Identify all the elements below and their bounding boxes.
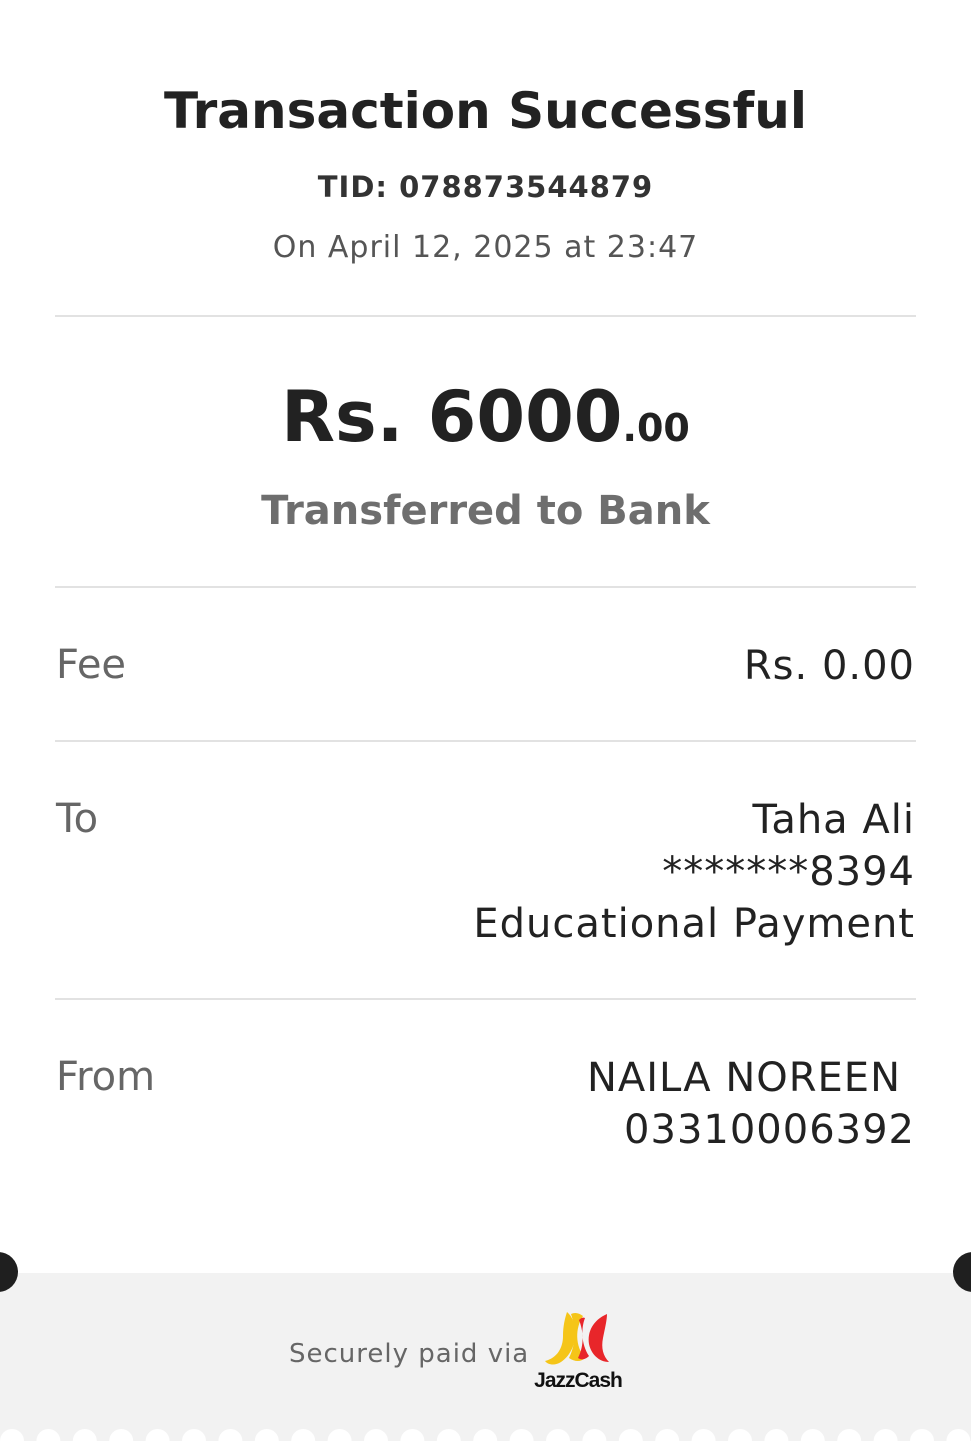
ticket-scallop-edge <box>0 1429 971 1441</box>
scallop <box>327 1429 352 1441</box>
divider <box>55 998 916 1000</box>
jazzcash-logo-text: JazzCash <box>534 1369 623 1392</box>
scallop <box>291 1429 316 1441</box>
to-label: To <box>56 796 99 842</box>
divider <box>55 740 916 742</box>
scallop <box>618 1429 643 1441</box>
page-title: Transaction Successful <box>164 82 807 140</box>
scallop <box>800 1429 825 1441</box>
scallop <box>254 1429 279 1441</box>
scallop <box>946 1429 971 1441</box>
amount-main: Rs. 6000 <box>281 376 623 458</box>
divider <box>55 315 916 317</box>
jazzcash-logo: JazzCash <box>527 1312 629 1396</box>
sender-name: NAILA NOREEN <box>586 1055 901 1101</box>
scallop <box>873 1429 898 1441</box>
scallop <box>728 1429 752 1441</box>
scallop <box>364 1429 388 1441</box>
fee-label: Fee <box>56 642 127 688</box>
scallop <box>218 1429 243 1441</box>
scallop <box>72 1429 97 1441</box>
jazzcash-logo-icon <box>545 1312 609 1365</box>
scallop <box>655 1429 680 1441</box>
recipient-details: Taha Ali *******8394 Educational Payment <box>473 794 915 950</box>
scallop <box>436 1429 461 1441</box>
sender-details: NAILA NOREEN 03310006392 <box>587 1052 915 1156</box>
divider <box>55 586 916 588</box>
scallop <box>691 1429 716 1441</box>
scallop <box>109 1429 134 1441</box>
scallop <box>910 1429 934 1441</box>
scallop <box>546 1429 570 1441</box>
recipient-name: Taha Ali <box>752 797 915 843</box>
scallop <box>582 1429 607 1441</box>
transfer-caption: Transferred to Bank <box>261 488 710 534</box>
scallop <box>837 1429 862 1441</box>
amount-cents: .00 <box>622 406 690 450</box>
recipient-account: *******8394 <box>662 849 915 895</box>
scallop <box>400 1429 425 1441</box>
scallop <box>145 1429 170 1441</box>
scallop <box>0 1429 24 1441</box>
transaction-datetime: On April 12, 2025 at 23:47 <box>272 230 699 265</box>
fee-value: Rs. 0.00 <box>743 643 915 689</box>
amount-display: Rs. 6000.00 <box>0 376 971 458</box>
from-label: From <box>56 1054 156 1100</box>
scallop <box>509 1429 534 1441</box>
scallop <box>182 1429 206 1441</box>
scallop <box>764 1429 789 1441</box>
scallop <box>36 1429 61 1441</box>
scallop <box>473 1429 498 1441</box>
transaction-receipt: Transaction Successful TID: 078873544879… <box>0 0 971 1441</box>
secure-payment-text: Securely paid via <box>289 1339 530 1369</box>
sender-number: 03310006392 <box>624 1107 915 1153</box>
payment-purpose: Educational Payment <box>473 901 915 947</box>
transaction-id: TID: 078873544879 <box>317 170 654 204</box>
